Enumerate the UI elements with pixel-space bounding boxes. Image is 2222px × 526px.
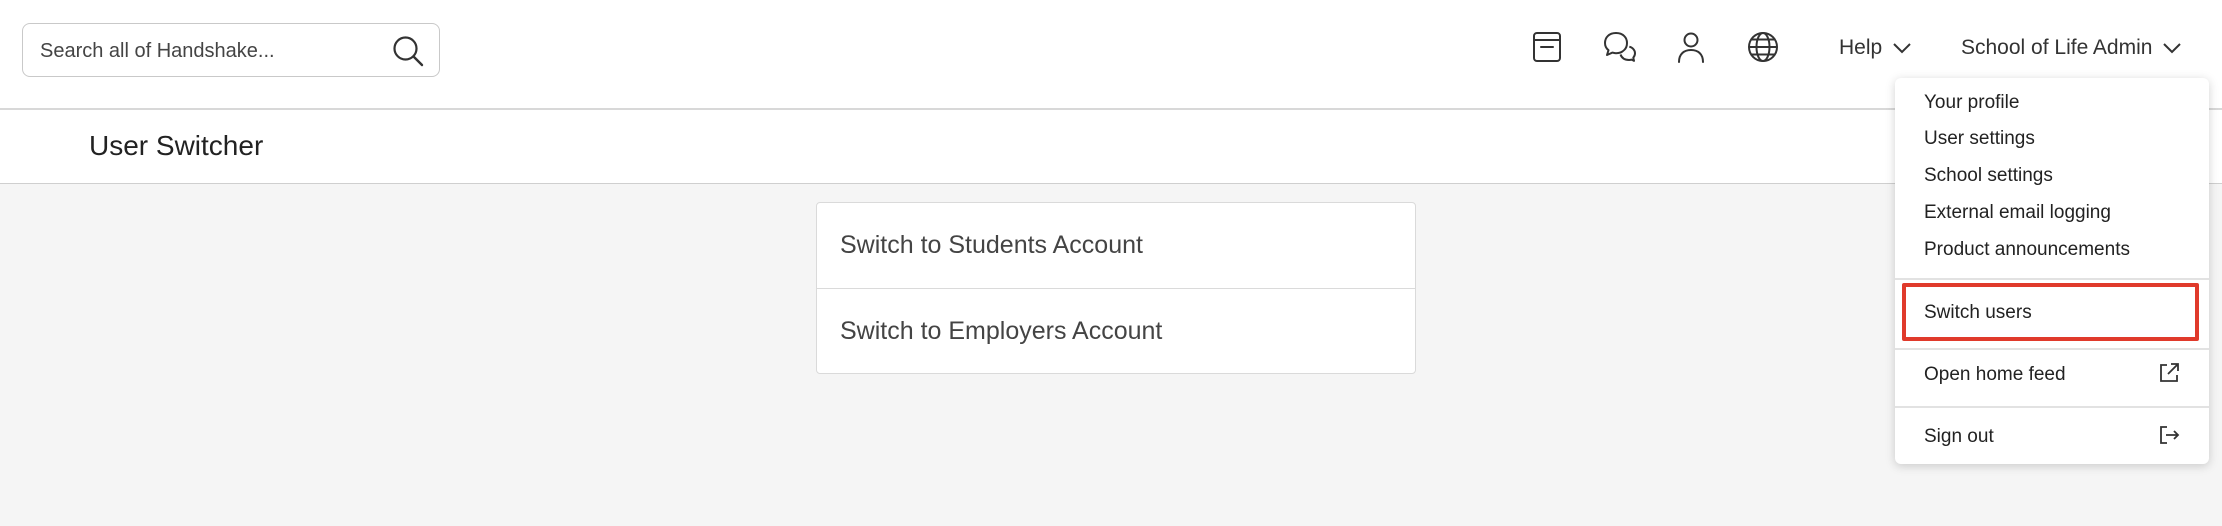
user-menu-toggle[interactable]: School of Life Admin <box>1961 36 2182 60</box>
calendar-icon[interactable] <box>1530 30 1564 64</box>
menu-item-your-profile[interactable]: Your profile <box>1924 92 2019 114</box>
globe-icon[interactable] <box>1746 30 1780 64</box>
user-menu-label: School of Life Admin <box>1961 36 2153 59</box>
menu-item-sign-out[interactable]: Sign out <box>1924 426 1994 448</box>
sign-out-icon <box>2160 426 2180 444</box>
menu-item-open-home-feed[interactable]: Open home feed <box>1924 364 2066 386</box>
top-navigation-bar: Help School of Life Admin <box>0 0 2222 110</box>
menu-item-user-settings[interactable]: User settings <box>1924 128 2035 150</box>
menu-item-school-settings[interactable]: School settings <box>1924 165 2053 187</box>
switch-account-card: Switch to Students Account Switch to Emp… <box>816 202 1416 374</box>
help-menu[interactable]: Help <box>1839 36 1912 60</box>
chevron-down-icon <box>1893 43 1911 54</box>
search-input[interactable] <box>38 36 382 66</box>
menu-divider <box>1895 406 2209 408</box>
external-link-icon <box>2160 363 2179 382</box>
chat-icon[interactable] <box>1602 30 1636 64</box>
menu-divider <box>1895 348 2209 350</box>
page-title: User Switcher <box>89 130 264 161</box>
user-dropdown-menu: Your profile User settings School settin… <box>1895 78 2209 464</box>
menu-divider <box>1895 278 2209 280</box>
switch-to-students-option[interactable]: Switch to Students Account <box>817 203 1415 288</box>
help-label: Help <box>1839 36 1883 59</box>
chevron-down-icon <box>2163 43 2182 54</box>
highlight-box <box>1902 283 2199 341</box>
switch-to-employers-option[interactable]: Switch to Employers Account <box>817 288 1415 373</box>
page-header: User Switcher <box>0 110 2222 184</box>
menu-item-product-announcements[interactable]: Product announcements <box>1924 239 2130 261</box>
search-icon[interactable] <box>391 34 425 68</box>
person-icon[interactable] <box>1674 30 1708 64</box>
search-box[interactable] <box>22 23 440 77</box>
menu-item-external-email-logging[interactable]: External email logging <box>1924 202 2111 224</box>
